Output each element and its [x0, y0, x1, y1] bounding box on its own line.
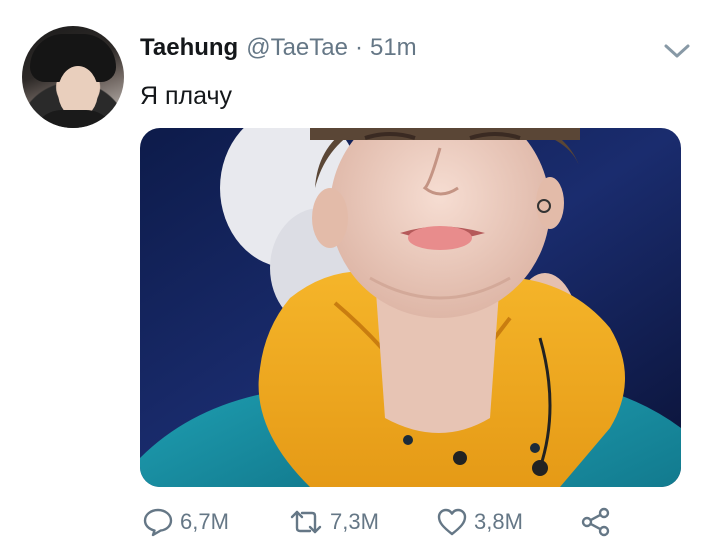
tweet-photo[interactable] — [140, 128, 681, 487]
separator-dot: · — [354, 34, 363, 61]
reply-button[interactable]: 6,7M — [142, 502, 229, 542]
tweet-actions: 6,7M 7,3M 3,8M — [140, 502, 680, 542]
photo-illustration — [140, 128, 681, 487]
tweet-text: Я плачу — [140, 82, 233, 110]
tweet-card[interactable]: Taehung @TaeTae · 51m Я плачу 6,7M 7,3M … — [0, 0, 720, 550]
heart-outline-icon — [437, 508, 467, 536]
chevron-down-icon[interactable] — [662, 40, 692, 62]
tweet-header: Taehung @TaeTae · 51m — [140, 34, 417, 66]
display-name[interactable]: Taehung — [140, 34, 238, 62]
like-count: 3,8M — [474, 509, 523, 534]
retweet-count: 7,3M — [330, 509, 379, 534]
retweet-arrows-icon — [290, 510, 322, 534]
avatar[interactable] — [22, 26, 124, 128]
like-button[interactable]: 3,8M — [436, 502, 523, 542]
user-handle[interactable]: @TaeTae — [246, 34, 348, 62]
retweet-button[interactable]: 7,3M — [288, 502, 379, 542]
reply-count: 6,7M — [180, 509, 229, 534]
avatar-collar — [32, 110, 116, 128]
speech-bubble-icon — [143, 508, 173, 537]
timestamp[interactable]: 51m — [370, 34, 417, 62]
share-button[interactable] — [580, 502, 612, 542]
share-nodes-icon — [581, 507, 610, 537]
